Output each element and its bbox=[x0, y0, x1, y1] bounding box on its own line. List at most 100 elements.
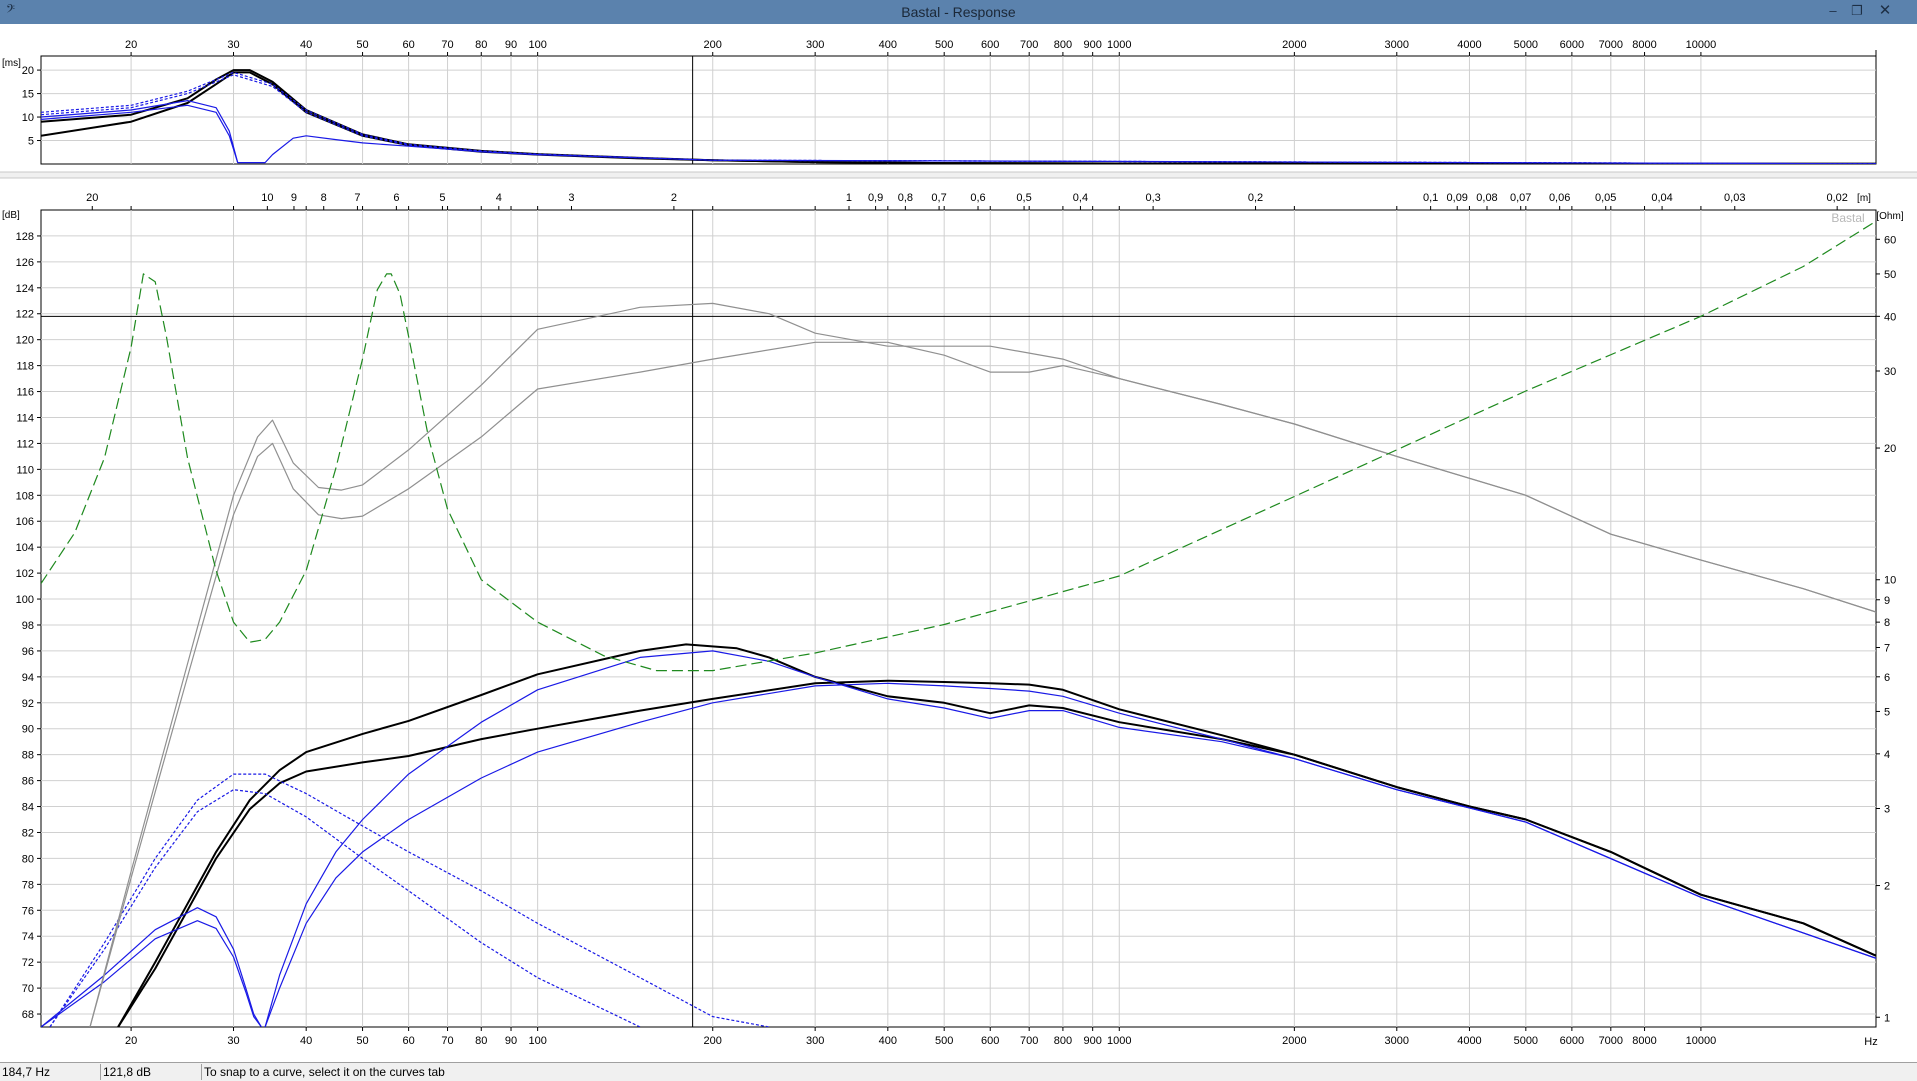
y-tick-label: 114 bbox=[16, 412, 34, 424]
x-tick-label: 900 bbox=[1083, 39, 1101, 51]
wavelength-tick-label: 2 bbox=[671, 192, 677, 204]
x-axis-unit-label: Hz bbox=[1864, 1036, 1877, 1048]
x-tick-label: 500 bbox=[935, 39, 953, 51]
x-tick-label: 8000 bbox=[1632, 39, 1656, 51]
wavelength-tick-label: 0,05 bbox=[1595, 192, 1616, 204]
y-tick-label: 74 bbox=[22, 931, 34, 943]
y-tick-label: 108 bbox=[16, 490, 34, 502]
x-tick-label: 300 bbox=[806, 39, 824, 51]
y-tick-label: 82 bbox=[22, 827, 34, 839]
x-tick-label-bottom: 5000 bbox=[1514, 1035, 1538, 1047]
panel-separator bbox=[0, 172, 1917, 178]
wavelength-axis: 3020109876543210,90,80,70,60,50,40,30,20… bbox=[86, 192, 1871, 210]
wavelength-tick-label: 9 bbox=[291, 192, 297, 204]
impedance-tick-label: 60 bbox=[1884, 234, 1896, 246]
x-tick-label-bottom: 50 bbox=[356, 1035, 368, 1047]
x-tick-label: 7000 bbox=[1599, 39, 1623, 51]
frequency-response-chart: 68 70 72 74 76 78 80 82 84 86 88 90 92 94 96 98 100 102 10… bbox=[2, 206, 1877, 1047]
wavelength-tick-label: 0,7 bbox=[931, 192, 946, 204]
y-tick-label: 100 bbox=[16, 594, 34, 606]
x-tick-label-bottom: 30 bbox=[227, 1035, 239, 1047]
x-tick-label: 50 bbox=[356, 39, 368, 51]
y-tick-label: 124 bbox=[16, 283, 34, 295]
y-tick-label: 112 bbox=[16, 438, 34, 450]
impedance-axis-label: [Ohm] bbox=[1876, 211, 1903, 222]
y-tick-label: 20 bbox=[22, 65, 34, 77]
y-axis-label: [dB] bbox=[2, 210, 20, 221]
y-tick-label: 86 bbox=[22, 776, 34, 788]
x-tick-label: 5000 bbox=[1514, 39, 1538, 51]
x-tick-label: 800 bbox=[1054, 39, 1072, 51]
x-tick-label: 200 bbox=[704, 39, 722, 51]
response-charts[interactable]: 510152020 30 40 50 60 70 80 90 100 200 300 400 500 60… bbox=[0, 24, 1917, 1062]
wavelength-tick-label: 0,08 bbox=[1476, 192, 1497, 204]
y-tick-label: 110 bbox=[16, 464, 34, 476]
x-tick-label: 3000 bbox=[1385, 39, 1409, 51]
impedance-tick-label: 30 bbox=[1884, 366, 1896, 378]
x-tick-label-bottom: 6000 bbox=[1560, 1035, 1584, 1047]
x-tick-label: 30 bbox=[227, 39, 239, 51]
wavelength-tick-label: 0,06 bbox=[1549, 192, 1570, 204]
x-tick-label-bottom: 40 bbox=[300, 1035, 312, 1047]
wavelength-tick-label: 0,09 bbox=[1447, 192, 1468, 204]
y-tick-label: 94 bbox=[22, 672, 34, 684]
x-tick-label: 4000 bbox=[1457, 39, 1481, 51]
y-tick-label: 98 bbox=[22, 620, 34, 632]
wavelength-tick-label: 4 bbox=[496, 192, 502, 204]
wavelength-tick-label: 8 bbox=[321, 192, 327, 204]
x-tick-label-bottom: 200 bbox=[704, 1035, 722, 1047]
wavelength-tick-label: 0,04 bbox=[1651, 192, 1672, 204]
restore-icon[interactable]: ❐ bbox=[1845, 2, 1869, 20]
y-tick-label: 118 bbox=[16, 361, 34, 373]
y-axis-label: [ms] bbox=[2, 58, 21, 69]
impedance-axis: 1 2 3 4 5 6 7 8 9 10 20 30 40 50 60 [Ohm] bbox=[1876, 211, 1904, 1024]
minimize-icon[interactable]: – bbox=[1821, 2, 1845, 20]
y-tick-label: 80 bbox=[22, 853, 34, 865]
wavelength-tick-label: 0,8 bbox=[898, 192, 913, 204]
x-tick-label-bottom: 10000 bbox=[1686, 1035, 1717, 1047]
x-tick-label-bottom: 900 bbox=[1083, 1035, 1101, 1047]
x-tick-label: 400 bbox=[879, 39, 897, 51]
impedance-tick-label: 1 bbox=[1884, 1012, 1890, 1024]
status-level: 121,8 dB bbox=[101, 1064, 202, 1080]
wavelength-tick-label: 0,03 bbox=[1724, 192, 1745, 204]
x-tick-label-bottom: 700 bbox=[1020, 1035, 1038, 1047]
x-tick-label-bottom: 1000 bbox=[1107, 1035, 1131, 1047]
wavelength-tick-label: 1 bbox=[846, 192, 852, 204]
x-tick-label: 6000 bbox=[1560, 39, 1584, 51]
title-bar: 𝄢 Bastal - Response – ❐ ✕ bbox=[0, 0, 1917, 24]
status-bar: 184,7 Hz 121,8 dB To snap to a curve, se… bbox=[0, 1062, 1917, 1081]
wavelength-tick-label: 0,07 bbox=[1510, 192, 1531, 204]
wavelength-tick-label: 5 bbox=[439, 192, 445, 204]
x-tick-label-bottom: 600 bbox=[981, 1035, 999, 1047]
x-tick-label-bottom: 60 bbox=[402, 1035, 414, 1047]
y-tick-label: 88 bbox=[22, 750, 34, 762]
y-tick-label: 76 bbox=[22, 905, 34, 917]
wavelength-tick-label: 3 bbox=[568, 192, 574, 204]
x-tick-label: 600 bbox=[981, 39, 999, 51]
frequency-response-chart-plot-area bbox=[40, 209, 1877, 1028]
y-tick-label: 96 bbox=[22, 646, 34, 658]
wavelength-tick-label: 0,9 bbox=[868, 192, 883, 204]
x-tick-label: 60 bbox=[402, 39, 414, 51]
wavelength-tick-label: 0,6 bbox=[970, 192, 985, 204]
y-tick-label: 70 bbox=[22, 983, 34, 995]
x-tick-label: 2000 bbox=[1282, 39, 1306, 51]
y-tick-label: 68 bbox=[22, 1009, 34, 1021]
y-tick-label: 106 bbox=[16, 516, 34, 528]
x-tick-label-bottom: 3000 bbox=[1385, 1035, 1409, 1047]
group-delay-chart-plot-area bbox=[40, 55, 1877, 165]
x-tick-label-bottom: 800 bbox=[1054, 1035, 1072, 1047]
y-tick-label: 126 bbox=[16, 257, 34, 269]
y-tick-label: 102 bbox=[16, 568, 34, 580]
wavelength-tick-label: 0,02 bbox=[1826, 192, 1847, 204]
y-tick-label: 92 bbox=[22, 698, 34, 710]
impedance-tick-label: 8 bbox=[1884, 617, 1890, 629]
window-title: Bastal - Response bbox=[901, 4, 1016, 20]
wavelength-tick-label: 10 bbox=[261, 192, 273, 204]
close-icon[interactable]: ✕ bbox=[1873, 2, 1897, 20]
wavelength-axis-label: [m] bbox=[1857, 193, 1871, 204]
impedance-tick-label: 7 bbox=[1884, 643, 1890, 655]
wavelength-tick-label: 0,5 bbox=[1016, 192, 1031, 204]
impedance-tick-label: 20 bbox=[1884, 443, 1896, 455]
